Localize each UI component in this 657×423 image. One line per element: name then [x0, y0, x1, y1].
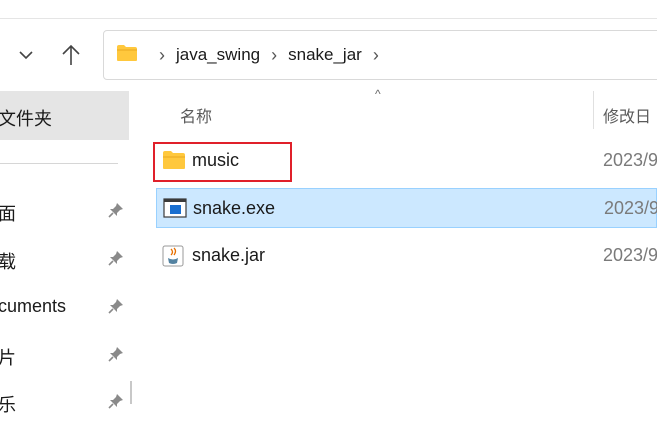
sort-ascending-icon: ^	[375, 87, 381, 101]
breadcrumb-separator-icon: ›	[159, 44, 165, 65]
column-header-name[interactable]: 名称	[180, 103, 212, 127]
sidebar-item-downloads[interactable]: 载	[0, 240, 132, 280]
column-divider[interactable]	[593, 91, 594, 129]
exe-icon	[163, 198, 187, 223]
breadcrumb-snake-jar[interactable]: snake_jar	[288, 45, 362, 65]
sidebar-item-label: cuments	[0, 296, 67, 316]
file-modified-date: 2023/9	[603, 245, 657, 265]
pin-icon	[108, 250, 124, 271]
address-bar[interactable]: › java_swing › snake_jar ›	[103, 30, 657, 80]
sidebar-item-documents[interactable]: cuments	[0, 288, 132, 328]
file-list: ^ 名称 修改日 music 2023/9 snake.exe 2023/9 s…	[132, 87, 657, 404]
column-header-modified[interactable]: 修改日	[603, 103, 651, 127]
sidebar-item-folder[interactable]: 文件夹	[0, 91, 129, 140]
annotation-highlight-box	[153, 142, 292, 182]
file-name: snake.exe	[193, 198, 276, 218]
title-bar-strip	[0, 0, 657, 19]
pin-icon	[108, 298, 124, 319]
file-row-snake-exe[interactable]: snake.exe 2023/9	[156, 188, 657, 228]
file-row-snake-jar[interactable]: snake.jar 2023/9	[156, 236, 657, 276]
sidebar-item-label: 面	[0, 204, 16, 224]
sidebar-item-music[interactable]: 乐	[0, 383, 132, 423]
sidebar-item-label: 载	[0, 252, 16, 272]
folder-icon	[116, 44, 138, 67]
java-jar-icon	[162, 245, 184, 272]
breadcrumb-expand-icon[interactable]: ›	[373, 45, 379, 66]
navigation-toolbar: › java_swing › snake_jar ›	[0, 19, 657, 91]
file-modified-date: 2023/9	[604, 198, 657, 218]
file-name: snake.jar	[192, 245, 266, 265]
sidebar-item-pictures[interactable]: 片	[0, 336, 132, 376]
breadcrumb-separator-icon: ›	[271, 44, 278, 65]
up-arrow-icon[interactable]	[55, 39, 87, 71]
sidebar-divider	[0, 163, 118, 164]
recent-locations-chevron-icon[interactable]	[10, 39, 42, 71]
pin-icon	[108, 202, 124, 223]
pin-icon	[108, 346, 124, 367]
file-modified-date: 2023/9	[603, 150, 657, 170]
sidebar-item-label: 乐	[0, 395, 16, 415]
navigation-pane: 文件夹 面 载 cuments 片 乐	[0, 91, 132, 415]
sidebar-item-label: 片	[0, 348, 16, 368]
breadcrumb-java-swing[interactable]: java_swing	[176, 45, 260, 65]
sidebar-item-label: 文件夹	[0, 109, 52, 129]
sidebar-item-desktop[interactable]: 面	[0, 192, 132, 232]
